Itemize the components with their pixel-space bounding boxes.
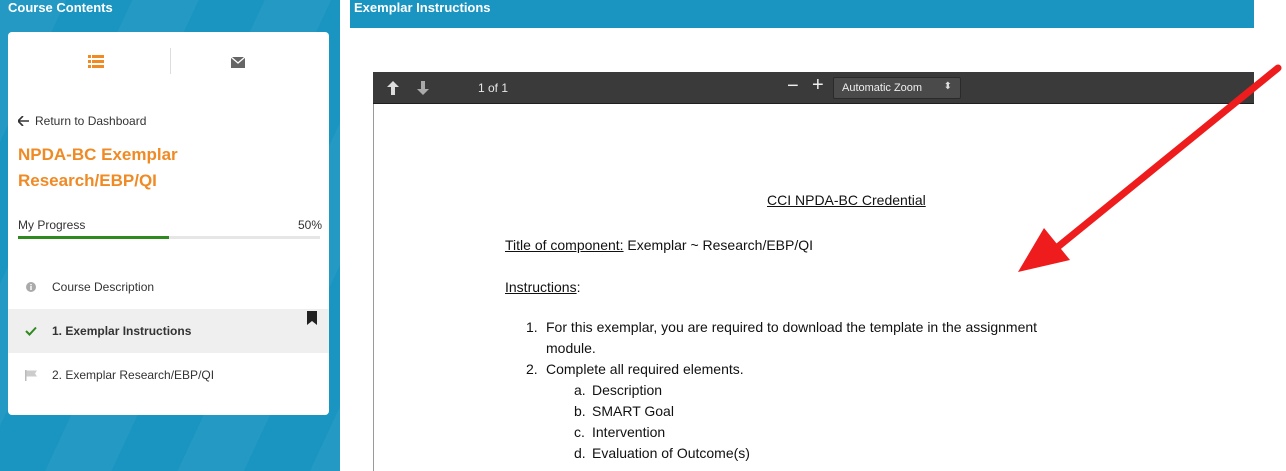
component-value: Exemplar ~ Research/EBP/QI — [623, 237, 814, 253]
list-number: 1. — [526, 319, 538, 335]
page-indicator: 1 of 1 — [478, 81, 509, 95]
logo-fragment — [714, 104, 914, 136]
zoom-in-button[interactable]: + — [812, 75, 824, 95]
return-to-dashboard-link[interactable]: Return to Dashboard — [18, 114, 146, 128]
progress-percent: 50% — [297, 218, 322, 232]
list-number: 2. — [526, 361, 538, 377]
list-text: Intervention — [592, 424, 666, 440]
sidebar-item-exemplar-instructions[interactable]: 1. Exemplar Instructions — [8, 309, 329, 353]
course-contents-panel: Course Contents Return to Dashboard NPDA… — [0, 0, 340, 471]
content-title: Exemplar Instructions — [354, 0, 491, 15]
course-contents-header: Course Contents — [8, 0, 113, 15]
component-label: Title of component: — [505, 237, 624, 253]
document-heading: CCI NPDA-BC Credential — [767, 192, 926, 208]
list-item: a. Description — [574, 380, 1046, 401]
return-to-dashboard-label: Return to Dashboard — [35, 114, 147, 128]
zoom-select-value: Automatic Zoom — [842, 82, 923, 94]
select-caret-icon: ⬍ — [943, 81, 952, 92]
zoom-out-button[interactable]: − — [787, 76, 799, 96]
component-title-line: Title of component: Exemplar ~ Research/… — [505, 237, 813, 253]
required-elements-list: a. Description b. SMART Goal c. Interven… — [526, 380, 1046, 464]
info-icon — [24, 282, 38, 292]
list-item: 1. For this exemplar, you are required t… — [526, 317, 1046, 359]
icon-bar-divider — [170, 48, 171, 74]
arrow-left-icon — [18, 116, 29, 126]
list-letter: a. — [574, 382, 586, 398]
messages-button[interactable] — [208, 52, 268, 72]
sidebar-item-course-description[interactable]: Course Description — [8, 265, 329, 309]
instructions-label: Instructions — [505, 279, 577, 295]
list-item: c. Intervention — [574, 422, 1046, 443]
list-letter: d. — [574, 445, 586, 461]
instructions-colon: : — [576, 279, 581, 295]
list-item: b. SMART Goal — [574, 401, 1046, 422]
next-page-button[interactable] — [417, 81, 429, 100]
progress-bar-fill — [18, 236, 169, 239]
list-text: Description — [592, 382, 663, 398]
course-title: NPDA-BC Exemplar Research/EBP/QI — [18, 145, 178, 190]
list-item: 2. Complete all required elements. — [526, 359, 1046, 380]
list-text: Evaluation of Outcome(s) — [592, 445, 750, 461]
list-text: For this exemplar, you are required to d… — [546, 319, 1038, 356]
list-text: SMART Goal — [592, 403, 674, 419]
sidebar-card: Return to Dashboard NPDA-BC Exemplar Res… — [8, 32, 329, 415]
bookmark-icon[interactable] — [307, 311, 317, 328]
progress-label: My Progress — [18, 218, 86, 232]
sidebar-item-exemplar-research[interactable]: 2. Exemplar Research/EBP/QI — [8, 353, 329, 397]
list-item: d. Evaluation of Outcome(s) — [574, 443, 1046, 464]
progress-bar — [18, 236, 320, 239]
previous-page-button[interactable] — [387, 81, 399, 100]
sidebar-item-label: Course Description — [52, 280, 155, 294]
arrow-up-icon — [387, 81, 399, 95]
sidebar-item-label: 1. Exemplar Instructions — [52, 324, 192, 338]
check-icon — [24, 326, 38, 336]
list-icon — [88, 55, 104, 68]
list-text: Complete all required elements. — [546, 361, 744, 377]
red-annotation-arrow — [1018, 64, 1282, 272]
flag-icon — [24, 369, 38, 381]
sidebar-item-label: 2. Exemplar Research/EBP/QI — [52, 368, 215, 382]
instructions-list: 1. For this exemplar, you are required t… — [526, 317, 1046, 464]
list-letter: b. — [574, 403, 586, 419]
contents-list-button[interactable] — [66, 52, 126, 72]
envelope-icon — [231, 56, 245, 68]
arrow-down-icon — [417, 81, 429, 95]
sidebar-icon-bar — [8, 32, 329, 92]
list-letter: c. — [574, 424, 585, 440]
zoom-select[interactable]: Automatic Zoom ⬍ — [833, 77, 961, 99]
instructions-heading: Instructions: — [505, 279, 580, 295]
